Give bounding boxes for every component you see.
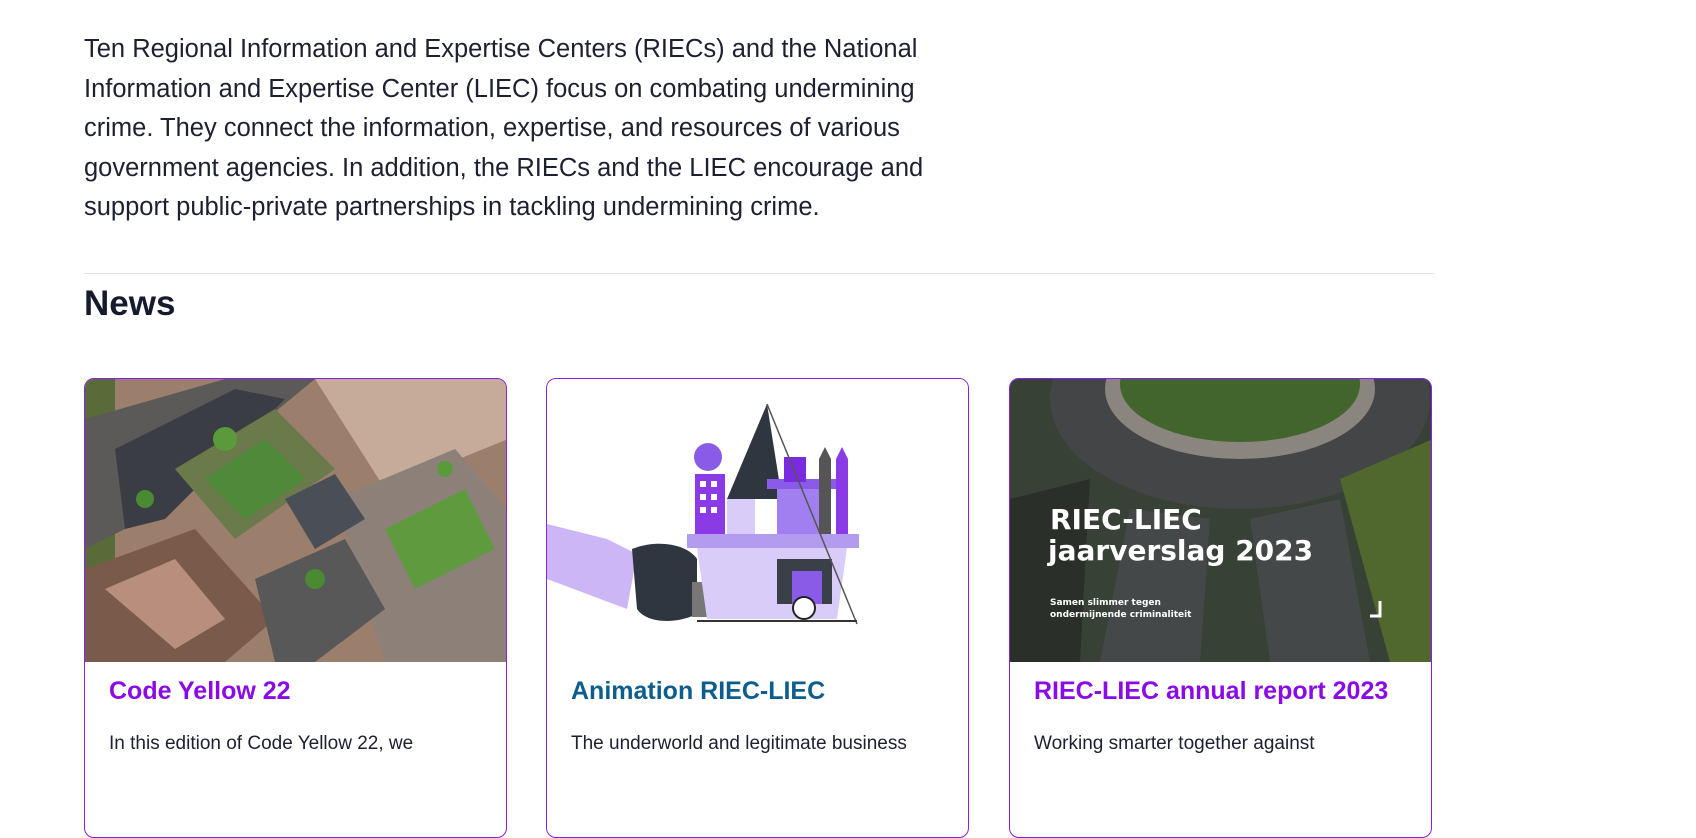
card-title[interactable]: RIEC-LIEC annual report 2023 [1034,677,1388,706]
overlay-title-line2: jaarverslag 2023 [1047,534,1313,567]
card-excerpt: The underworld and legitimate business [571,733,907,754]
card-image-roundabout: RIEC-LIEC jaarverslag 2023 Samen slimmer… [1010,379,1431,662]
section-divider [84,273,1434,274]
card-excerpt: In this edition of Code Yellow 22, we [109,733,414,754]
news-heading: News [84,284,176,323]
card-image-aerial-city [85,379,506,662]
news-card-code-yellow[interactable]: Code Yellow 22 In this edition of Code Y… [84,378,507,838]
intro-paragraph: Ten Regional Information and Expertise C… [84,35,924,221]
overlay-title-line1: RIEC-LIEC [1050,503,1202,536]
news-card-animation[interactable]: Animation RIEC-LIEC The underworld and l… [546,378,969,838]
overlay-subtitle-line2: ondermijnende criminaliteit [1050,610,1192,620]
card-title[interactable]: Animation RIEC-LIEC [571,677,825,706]
card-excerpt: Working smarter together against [1034,733,1315,754]
news-card-annual-report[interactable]: RIEC-LIEC jaarverslag 2023 Samen slimmer… [1009,378,1432,838]
card-image-illustration [547,379,968,662]
overlay-subtitle-line1: Samen slimmer tegen [1050,598,1161,608]
card-title[interactable]: Code Yellow 22 [109,677,291,706]
